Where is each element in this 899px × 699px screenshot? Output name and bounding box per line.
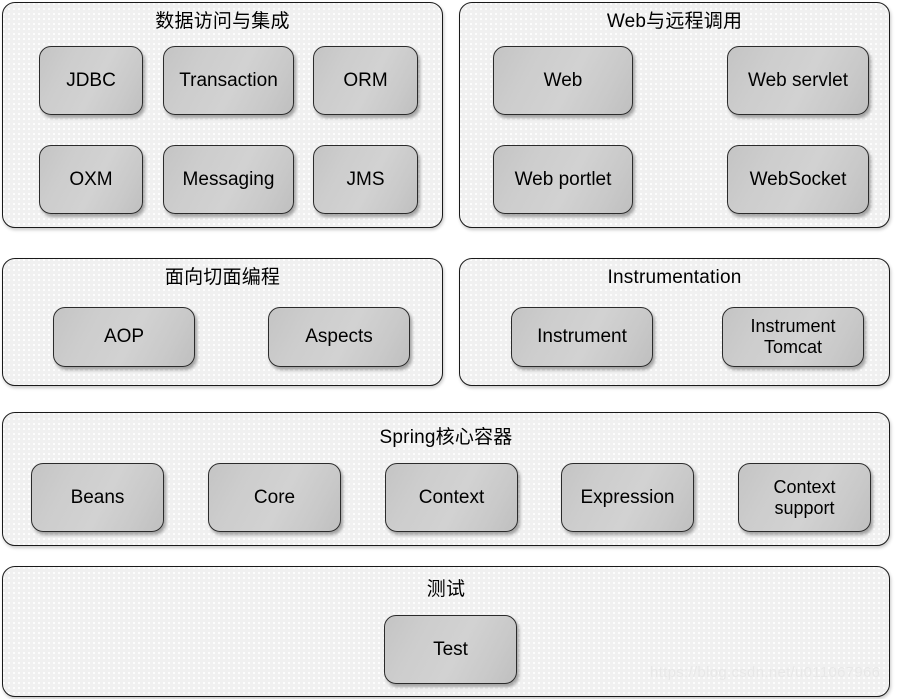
module-label: WebSocket — [749, 168, 847, 190]
module-box-messaging[interactable]: Messaging — [163, 145, 294, 214]
panel-title-web-remoting: Web与远程调用 — [606, 11, 743, 32]
module-box-core[interactable]: Core — [208, 463, 341, 532]
module-label: Web portlet — [514, 168, 612, 190]
panel-core-container: Spring核心容器 Beans Core Context Expression Cont… — [2, 412, 890, 546]
module-label: Core — [253, 486, 296, 508]
module-label: Instrument — [537, 326, 627, 347]
panel-web-remoting: Web与远程调用 Web Web servlet Web portlet WebSock… — [459, 2, 890, 228]
module-box-beans[interactable]: Beans — [31, 463, 164, 532]
module-label: OXM — [69, 168, 113, 190]
module-box-web-portlet[interactable]: Web portlet — [493, 145, 633, 214]
module-box-aspects[interactable]: Aspects — [268, 307, 410, 367]
panel-data-access: 数据访问与集成 JDBC Transaction ORM OXM Messaging JMS — [2, 2, 443, 228]
module-box-jms[interactable]: JMS — [313, 145, 418, 214]
module-label: JDBC — [66, 69, 116, 91]
module-label: Web servlet — [748, 69, 848, 91]
module-label: JMS — [346, 168, 385, 190]
panel-title-aop: 面向切面编程 — [164, 267, 281, 288]
module-box-instrument-tomcat[interactable]: Instrument Tomcat — [722, 307, 864, 367]
module-box-web[interactable]: Web — [493, 46, 633, 115]
module-box-jdbc[interactable]: JDBC — [39, 46, 143, 115]
panel-title-instrumentation: Instrumentation — [607, 267, 742, 288]
panel-instrumentation: Instrumentation Instrument Instrument Tomc… — [459, 258, 890, 386]
spring-architecture-diagram: 数据访问与集成 JDBC Transaction ORM OXM Messaging JMS… — [0, 0, 899, 699]
module-box-transaction[interactable]: Transaction — [163, 46, 294, 115]
panel-title-test: 测试 — [426, 579, 466, 600]
module-box-test[interactable]: Test — [384, 615, 517, 684]
module-box-web-servlet[interactable]: Web servlet — [727, 46, 869, 115]
module-box-oxm[interactable]: OXM — [39, 145, 143, 214]
panel-aop: 面向切面编程 AOP Aspects — [2, 258, 443, 386]
module-label: Test — [433, 638, 468, 660]
module-label: ORM — [343, 69, 388, 91]
module-box-context[interactable]: Context — [385, 463, 518, 532]
module-box-aop[interactable]: AOP — [53, 307, 195, 367]
module-label: Beans — [70, 486, 125, 508]
module-box-websocket[interactable]: WebSocket — [727, 145, 869, 214]
module-label: Context support — [773, 476, 836, 518]
panel-title-core-container: Spring核心容器 — [379, 427, 513, 448]
module-label: Expression — [580, 486, 675, 508]
module-box-context-support[interactable]: Context support — [738, 463, 871, 532]
module-box-orm[interactable]: ORM — [313, 46, 418, 115]
module-label: AOP — [103, 326, 145, 347]
module-label: Web — [543, 69, 583, 91]
module-box-expression[interactable]: Expression — [561, 463, 694, 532]
module-box-instrument[interactable]: Instrument — [511, 307, 653, 367]
panel-title-data-access: 数据访问与集成 — [155, 11, 290, 32]
csdn-watermark: https://blog.csdn.net/u011067966 — [650, 664, 881, 681]
module-label: Transaction — [179, 69, 278, 91]
module-label: Messaging — [182, 168, 275, 190]
module-label: Instrument Tomcat — [750, 316, 836, 357]
module-label: Context — [418, 486, 485, 508]
module-label: Aspects — [305, 326, 373, 347]
